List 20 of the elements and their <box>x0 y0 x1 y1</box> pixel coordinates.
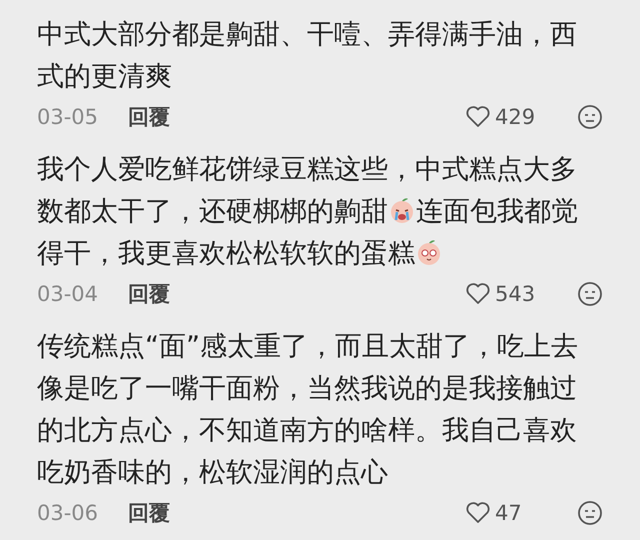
neutral-face-icon[interactable] <box>577 281 603 307</box>
like-icon[interactable] <box>465 282 491 306</box>
like-count: 47 <box>495 501 523 525</box>
peach-face-icon <box>415 238 443 266</box>
reply-link[interactable]: 回覆 <box>128 280 170 308</box>
like-count: 543 <box>495 282 536 306</box>
comment-text: 传统糕点“面”感太重了，而且太甜了，吃上去像是吃了一嘴干面粉，当然我说的是我接触过的北方点心，不知道南方的啥样。我自己喜欢吃奶香味的，松软湿润的点心 <box>37 330 579 490</box>
neutral-face-icon[interactable] <box>577 500 603 526</box>
like-icon[interactable] <box>465 105 491 129</box>
comment-date: 03-05 <box>37 105 98 129</box>
like-count: 429 <box>495 105 536 129</box>
comment-date: 03-04 <box>37 282 98 306</box>
reply-link[interactable]: 回覆 <box>128 103 170 131</box>
reply-link[interactable]: 回覆 <box>128 499 170 527</box>
like-icon[interactable] <box>465 501 491 525</box>
comment-text: 中式大部分都是齁甜、干噎、弄得满手油，西式的更清爽 <box>37 18 578 94</box>
peach-face-icon <box>388 196 416 224</box>
comment-text: 我个人爱吃鲜花饼绿豆糕这些，中式糕点大多数都太干了，还硬梆梆的齁甜 连面包我都觉得干，我更喜欢松松软软的蛋糕 <box>37 153 579 271</box>
neutral-face-icon[interactable] <box>577 104 603 130</box>
comment-date: 03-06 <box>37 501 98 525</box>
